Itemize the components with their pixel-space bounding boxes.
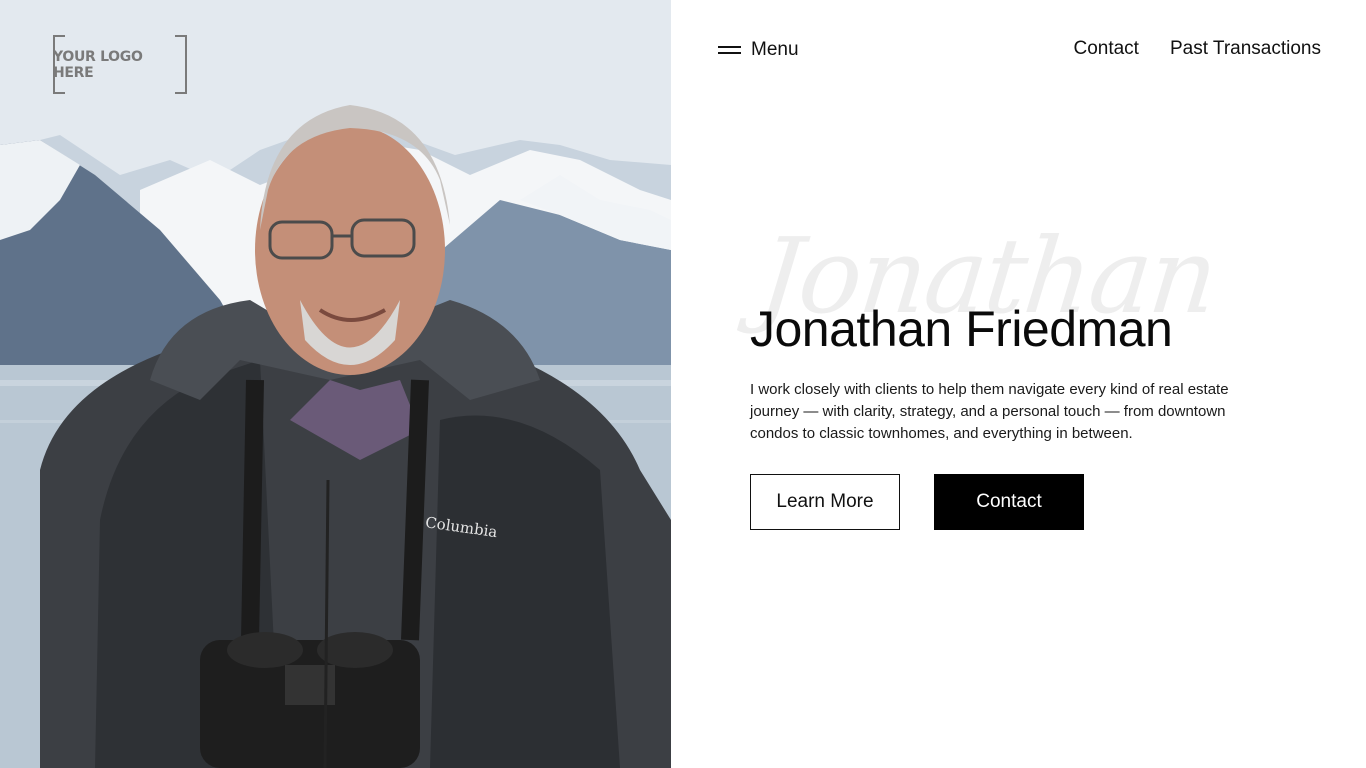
logo-text: YOUR LOGO HERE <box>53 48 143 81</box>
logo-bracket-left <box>53 35 65 94</box>
agent-photo: Columbia YOUR LOGO HERE <box>0 0 671 768</box>
top-nav: Contact Past Transactions <box>1073 38 1321 60</box>
hamburger-icon <box>718 46 741 54</box>
contact-button[interactable]: Contact <box>934 474 1084 530</box>
logo-bracket-right <box>175 35 187 94</box>
menu-label: Menu <box>751 39 799 60</box>
hero-title: Jonathan Friedman <box>750 301 1173 357</box>
hero-description: I work closely with clients to help them… <box>750 381 1229 442</box>
nav-link-past-transactions[interactable]: Past Transactions <box>1170 38 1321 60</box>
nav-link-contact[interactable]: Contact <box>1073 38 1138 60</box>
logo[interactable]: YOUR LOGO HERE <box>53 35 187 94</box>
learn-more-button[interactable]: Learn More <box>750 474 900 530</box>
menu-button[interactable]: Menu <box>718 38 799 62</box>
